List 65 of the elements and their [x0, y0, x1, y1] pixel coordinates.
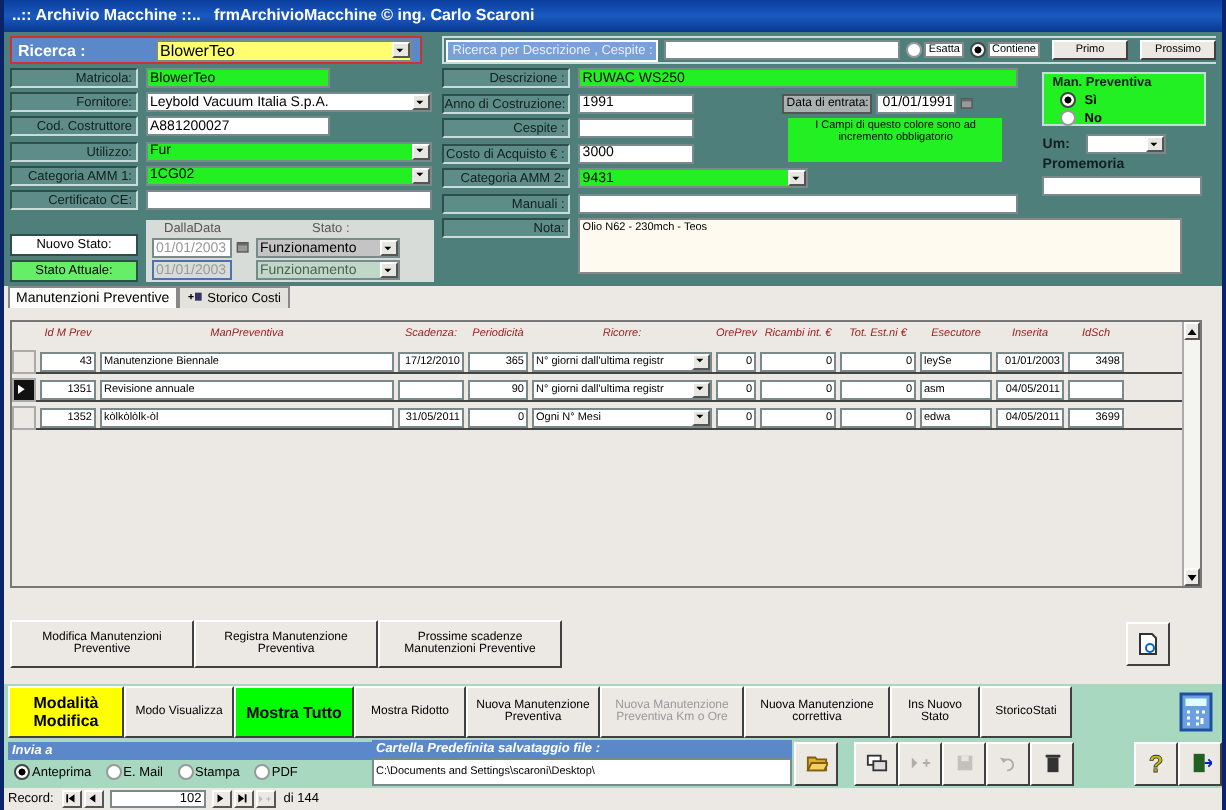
save-icon [953, 752, 975, 774]
toolbar-button[interactable]: Modalità Modifica [8, 686, 124, 738]
open-folder-button[interactable] [794, 741, 838, 785]
last-record-icon [236, 792, 251, 806]
dropdown-button[interactable] [412, 143, 430, 160]
calculator-icon [1178, 689, 1214, 733]
table-cell[interactable] [398, 379, 464, 399]
input-field[interactable] [1042, 176, 1203, 196]
dropdown-button[interactable] [692, 381, 710, 397]
nav-button[interactable] [83, 790, 104, 808]
radio-button[interactable] [906, 42, 923, 58]
toolbar-button[interactable] [1030, 741, 1074, 785]
preview-button[interactable] [1126, 622, 1170, 666]
undo-icon [997, 752, 1019, 774]
radio-button[interactable] [1060, 110, 1077, 126]
dropdown-button[interactable] [392, 42, 410, 58]
exit-door-icon [1189, 752, 1211, 774]
new-record-icon [909, 752, 931, 774]
record-selector[interactable] [12, 377, 36, 401]
dropdown-button[interactable] [788, 170, 807, 187]
input-field[interactable] [578, 118, 695, 139]
windows-icon [865, 752, 887, 774]
dropdown-button[interactable] [380, 262, 398, 279]
window-title: ..:: Archivio Macchine ::.. frmArchivioMacchine © ing. Carlo Scaroni [4, 0, 1222, 32]
toolbar-button[interactable] [854, 741, 898, 785]
search-field[interactable] [664, 40, 901, 60]
radio-button[interactable] [14, 764, 30, 780]
caret-icon [1147, 137, 1162, 151]
radio-button[interactable] [105, 764, 122, 780]
input-field[interactable] [146, 189, 432, 210]
previous-icon [86, 792, 101, 806]
calendar-icon [960, 95, 977, 112]
radio-button[interactable] [1060, 92, 1077, 108]
next-icon [14, 381, 30, 397]
nav-button[interactable] [233, 790, 254, 808]
caret-icon [394, 43, 408, 57]
combo-box[interactable] [1085, 134, 1166, 154]
next-icon [214, 792, 229, 806]
dropdown-button[interactable] [412, 94, 430, 111]
radio-button[interactable] [177, 764, 193, 780]
radio-button[interactable] [969, 42, 986, 58]
toolbar-button[interactable]: Mostra Tutto [234, 686, 354, 738]
nav-button[interactable] [211, 790, 232, 808]
scrollbar[interactable] [1182, 322, 1200, 586]
scroll-up-button[interactable] [1184, 322, 1200, 340]
search-label: Ricerca : [16, 41, 88, 59]
dropdown-button[interactable] [692, 353, 710, 369]
first-record-icon [64, 792, 79, 806]
nav-button[interactable] [61, 790, 82, 808]
dropdown-button[interactable] [692, 409, 710, 425]
radio-button[interactable] [253, 764, 270, 780]
table-cell[interactable] [1068, 379, 1124, 399]
folder-icon [805, 752, 827, 774]
calendar-icon [236, 240, 252, 257]
new-record-icon [258, 792, 273, 806]
trash-icon [1041, 752, 1063, 774]
dropdown-button[interactable] [1145, 136, 1164, 152]
page-preview-icon [1136, 632, 1160, 656]
input-field[interactable] [578, 193, 1019, 214]
combo-box[interactable]: BlowerTeo [156, 39, 412, 61]
dropdown-button[interactable] [412, 167, 430, 184]
exit-button[interactable] [1178, 741, 1222, 785]
scroll-down-button[interactable] [1184, 568, 1200, 586]
caret-icon [414, 95, 428, 110]
dropdown-button[interactable] [380, 240, 398, 257]
